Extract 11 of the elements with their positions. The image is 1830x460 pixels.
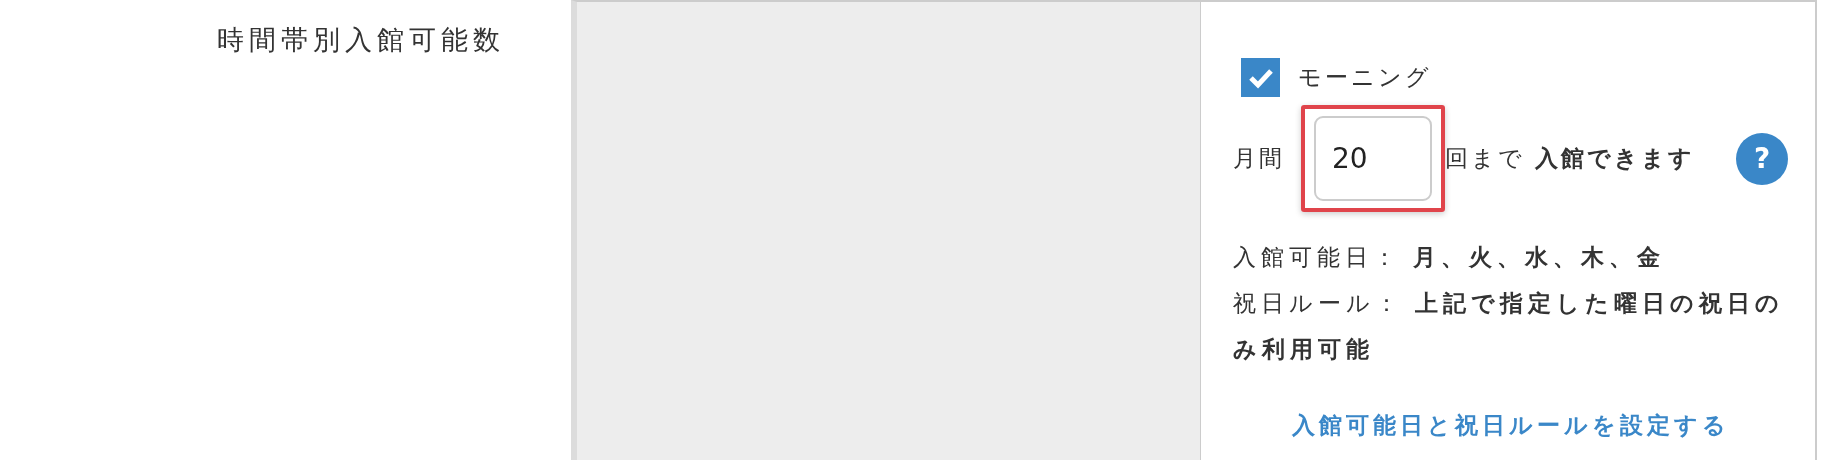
help-icon[interactable]: ? bbox=[1736, 132, 1788, 185]
checkbox-label: モーニング bbox=[1298, 63, 1432, 92]
detail-text: 祝日ルール： 上記で指定した曜日の祝日のみ利用可能 bbox=[1233, 289, 1786, 364]
prefix-text: 月間 bbox=[1233, 144, 1285, 173]
suffix-text: 回まで bbox=[1445, 144, 1525, 173]
detail-text: 入館可能日： 月、火、水、木、金 bbox=[1233, 243, 1667, 272]
field-label: 時間帯別入館可能数 bbox=[217, 23, 505, 57]
checkbox[interactable] bbox=[1241, 58, 1280, 97]
suffix-bold-text: 入館できます bbox=[1535, 144, 1695, 173]
count-input[interactable]: 20 bbox=[1314, 116, 1432, 201]
settings-link[interactable]: 入館可能日と祝日ルールを設定する bbox=[1291, 410, 1730, 441]
